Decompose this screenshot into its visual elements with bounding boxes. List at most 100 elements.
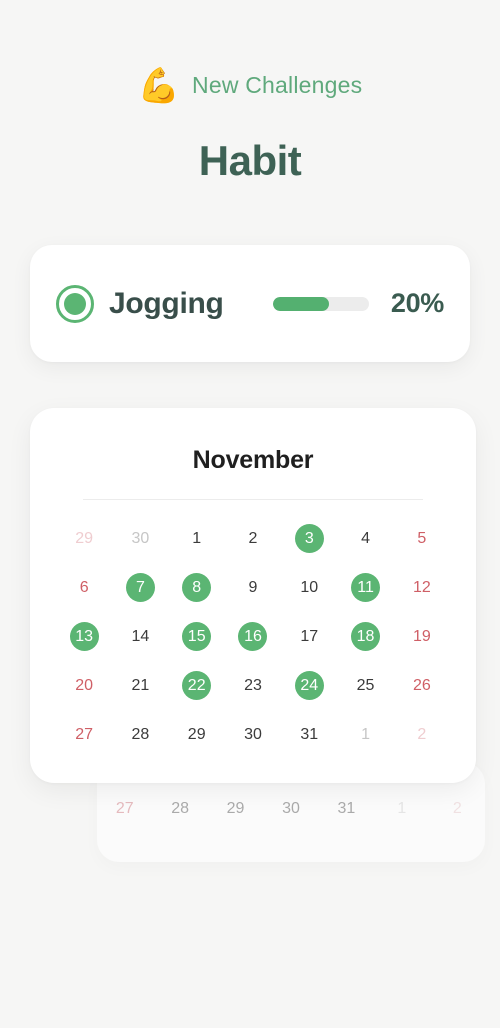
calendar-day-cell[interactable]: 28 (112, 720, 168, 749)
calendar-day-cell[interactable]: 11 (337, 573, 393, 602)
calendar-day[interactable]: 1 (182, 524, 211, 553)
new-challenges-label: New Challenges (192, 71, 363, 98)
calendar-day-cell[interactable]: 27 (56, 720, 112, 749)
calendar-day-cell[interactable]: 15 (169, 622, 225, 651)
calendar-day-cell[interactable]: 29 (169, 720, 225, 749)
calendar-day-cell[interactable]: 30 (225, 720, 281, 749)
calendar-day-completed[interactable]: 16 (238, 622, 268, 651)
calendar-day-completed[interactable]: 11 (351, 573, 381, 602)
new-challenges-row: 💪 New Challenges (0, 62, 500, 108)
calendar-week-row: 13 14 15 16 17 18 19 (56, 612, 450, 661)
calendar-day-cell[interactable]: 23 (225, 671, 281, 700)
calendar-day[interactable]: 6 (70, 573, 99, 602)
calendar-day[interactable]: 25 (351, 671, 380, 700)
calendar-day[interactable]: 27 (70, 720, 99, 749)
calendar-day-cell[interactable]: 5 (394, 524, 450, 553)
calendar-day[interactable]: 21 (126, 671, 155, 700)
calendar-day-cell[interactable]: 22 (169, 671, 225, 700)
background-calendar-day: 31 (337, 800, 356, 817)
calendar-day-completed[interactable]: 3 (294, 524, 324, 553)
calendar-grid: 29 30 1 2 3 4 5 6 7 8 9 10 11 12 13 14 15 16 17 18 19 20 21 22 2… (56, 514, 450, 759)
background-calendar-day: 1 (397, 800, 407, 817)
calendar-day[interactable]: 14 (126, 622, 155, 651)
calendar-day-cell[interactable]: 29 (56, 524, 112, 553)
calendar-day[interactable]: 17 (295, 622, 324, 651)
calendar-day[interactable]: 30 (126, 524, 155, 553)
calendar-day-cell[interactable]: 24 (281, 671, 337, 700)
calendar-card[interactable]: November 29 30 1 2 3 4 5 6 7 8 9 10 11 12 13 14 15 16 17 18… (30, 408, 476, 783)
calendar-week-row: 29 30 1 2 3 4 5 (56, 514, 450, 563)
calendar-week-row: 6 7 8 9 10 11 12 (56, 563, 450, 612)
background-calendar-day: 2 (452, 800, 462, 817)
calendar-day-cell[interactable]: 30 (112, 524, 168, 553)
calendar-divider (83, 499, 423, 500)
calendar-day-cell[interactable]: 21 (112, 671, 168, 700)
calendar-day-cell[interactable]: 10 (281, 573, 337, 602)
calendar-day-cell[interactable]: 3 (281, 524, 337, 553)
calendar-day[interactable]: 12 (407, 573, 436, 602)
page-header: 💪 New Challenges Habit (0, 0, 500, 185)
calendar-day-cell[interactable]: 8 (169, 573, 225, 602)
habit-progress-fill (272, 296, 329, 311)
background-calendar-day: 29 (226, 800, 245, 817)
calendar-day[interactable]: 5 (407, 524, 436, 553)
calendar-day-cell[interactable]: 6 (56, 573, 112, 602)
calendar-day[interactable]: 29 (70, 524, 99, 553)
calendar-day-completed[interactable]: 15 (182, 622, 212, 651)
calendar-day-cell[interactable]: 9 (225, 573, 281, 602)
background-calendar-day: 28 (171, 800, 190, 817)
calendar-day[interactable]: 20 (70, 671, 99, 700)
page-title: Habit (198, 137, 302, 184)
calendar-day[interactable]: 23 (238, 671, 267, 700)
calendar-day[interactable]: 10 (295, 573, 324, 602)
calendar-day-cell[interactable]: 16 (225, 622, 281, 651)
calendar-day-cell[interactable]: 18 (337, 622, 393, 651)
calendar-day[interactable]: 31 (295, 720, 324, 749)
calendar-day[interactable]: 26 (407, 671, 436, 700)
calendar-week-row: 27 28 29 30 31 1 2 (56, 710, 450, 759)
calendar-day-cell[interactable]: 31 (281, 720, 337, 749)
radio-selected-icon[interactable] (56, 284, 94, 323)
calendar-day-cell[interactable]: 1 (169, 524, 225, 553)
background-calendar-day: 27 (115, 800, 134, 817)
background-calendar-day: 30 (282, 800, 300, 817)
habit-progress-bar (272, 296, 369, 311)
calendar-day-cell[interactable]: 7 (112, 573, 168, 602)
calendar-day-completed[interactable]: 8 (182, 573, 212, 602)
calendar-day-cell[interactable]: 2 (225, 524, 281, 553)
calendar-week-row: 20 21 22 23 24 25 26 (56, 661, 450, 710)
calendar-day-cell[interactable]: 12 (394, 573, 450, 602)
calendar-day[interactable]: 9 (238, 573, 267, 602)
habit-progress-label: 20% (390, 288, 444, 318)
calendar-day-completed[interactable]: 18 (351, 622, 381, 651)
calendar-day-completed[interactable]: 22 (182, 671, 212, 700)
calendar-day-cell[interactable]: 17 (281, 622, 337, 651)
calendar-day-cell[interactable]: 14 (112, 622, 168, 651)
calendar-day[interactable]: 1 (351, 720, 380, 749)
background-calendar-row: 27 28 29 30 31 1 2 (97, 800, 485, 818)
calendar-day-cell[interactable]: 1 (337, 720, 393, 749)
calendar-day-completed[interactable]: 7 (125, 573, 155, 602)
calendar-day-cell[interactable]: 26 (394, 671, 450, 700)
habit-identity: Jogging (56, 284, 224, 323)
habit-progress-group: 20% (272, 288, 444, 319)
habit-card-jogging[interactable]: Jogging 20% (30, 245, 470, 362)
habit-name-label: Jogging (109, 286, 224, 320)
calendar-day-cell[interactable]: 2 (394, 720, 450, 749)
calendar-day-cell[interactable]: 25 (337, 671, 393, 700)
calendar-day[interactable]: 2 (407, 720, 436, 749)
calendar-day-cell[interactable]: 19 (394, 622, 450, 651)
calendar-day[interactable]: 29 (182, 720, 211, 749)
calendar-day[interactable]: 19 (407, 622, 436, 651)
calendar-day[interactable]: 2 (238, 524, 267, 553)
calendar-day-cell[interactable]: 4 (337, 524, 393, 553)
calendar-day-completed[interactable]: 24 (294, 671, 324, 700)
flexed-biceps-icon: 💪 (137, 67, 181, 105)
calendar-month-title: November (192, 446, 314, 474)
calendar-day[interactable]: 30 (238, 720, 267, 749)
calendar-day-cell[interactable]: 20 (56, 671, 112, 700)
calendar-day-completed[interactable]: 13 (69, 622, 99, 651)
calendar-day[interactable]: 28 (126, 720, 155, 749)
calendar-day[interactable]: 4 (351, 524, 380, 553)
calendar-day-cell[interactable]: 13 (56, 622, 112, 651)
